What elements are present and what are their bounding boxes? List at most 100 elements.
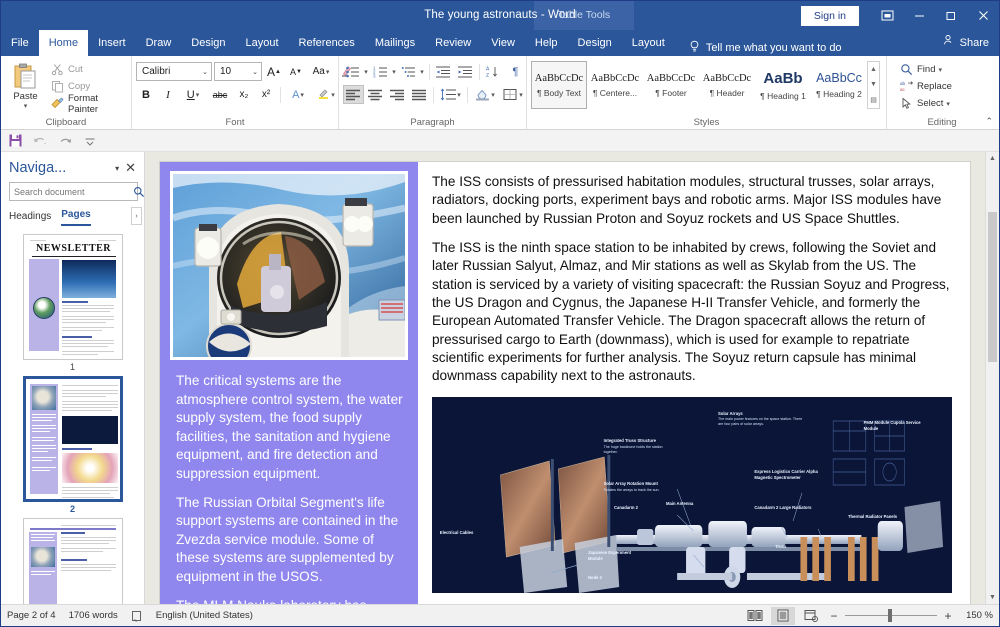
collapse-ribbon-button[interactable]: ⌃: [985, 116, 993, 127]
scroll-down-arrow-icon[interactable]: ▼: [986, 591, 999, 604]
zoom-slider[interactable]: [845, 607, 937, 625]
change-case-button[interactable]: Aa▾: [308, 62, 334, 81]
tab-home[interactable]: Home: [39, 30, 88, 56]
subscript-button[interactable]: x₂: [234, 85, 254, 104]
document-vertical-scrollbar[interactable]: ▲ ▼: [985, 152, 999, 604]
line-spacing-icon[interactable]: ▾: [437, 85, 464, 104]
restore-icon[interactable]: [935, 1, 967, 30]
page-thumbnail-3[interactable]: [22, 518, 124, 604]
italic-button[interactable]: I: [158, 85, 178, 104]
style-centered[interactable]: AaBbCcDc ¶ Centere...: [587, 61, 643, 109]
tab-view[interactable]: View: [481, 30, 525, 56]
close-icon[interactable]: [967, 1, 999, 30]
tab-insert[interactable]: Insert: [88, 30, 136, 56]
underline-button[interactable]: U▾: [180, 85, 206, 104]
proofing-errors-icon[interactable]: [131, 610, 143, 622]
paste-dropdown-caret[interactable]: ▾: [24, 102, 28, 110]
scroll-up-arrow-icon[interactable]: ▲: [986, 152, 999, 165]
strikethrough-button[interactable]: abc: [208, 85, 232, 104]
text-highlight-button[interactable]: ▾: [313, 85, 339, 104]
style-header[interactable]: AaBbCcDc ¶ Header: [699, 61, 755, 109]
tab-mailings[interactable]: Mailings: [365, 30, 425, 56]
tab-design[interactable]: Design: [181, 30, 235, 56]
ribbon-display-options-icon[interactable]: [871, 1, 903, 30]
save-icon[interactable]: [7, 133, 23, 149]
tab-headings[interactable]: Headings: [9, 211, 51, 226]
zoom-level-label[interactable]: 150 %: [959, 610, 993, 621]
find-button[interactable]: Find ▾: [897, 61, 954, 78]
sidebar-text-block[interactable]: The critical systems are the atmosphere …: [160, 360, 418, 604]
replace-button[interactable]: abac Replace: [897, 78, 954, 95]
show-formatting-marks-icon[interactable]: ¶: [505, 62, 526, 81]
text-effects-button[interactable]: A▾: [285, 85, 311, 104]
sign-in-button[interactable]: Sign in: [801, 6, 859, 26]
page-indicator[interactable]: Page 2 of 4: [7, 610, 56, 621]
web-layout-button[interactable]: [799, 607, 823, 625]
customize-quick-access-toolbar-icon[interactable]: [82, 133, 98, 149]
tab-table-tools-design[interactable]: Design: [568, 30, 622, 56]
search-input[interactable]: [14, 187, 131, 197]
word-count[interactable]: 1706 words: [69, 610, 118, 621]
align-left-icon[interactable]: [343, 85, 364, 104]
superscript-button[interactable]: x²: [256, 85, 276, 104]
borders-icon[interactable]: ▾: [499, 85, 526, 104]
styles-scroll-down[interactable]: ▼: [868, 77, 879, 92]
paste-button[interactable]: Paste ▾: [5, 61, 46, 110]
grow-font-button[interactable]: A▲: [264, 62, 284, 81]
zoom-out-button[interactable]: −: [827, 609, 841, 623]
font-family-combo[interactable]: Calibri ⌄: [136, 62, 212, 81]
font-size-combo[interactable]: 10 ⌄: [214, 62, 262, 81]
styles-scroll-up[interactable]: ▲: [868, 62, 879, 77]
decrease-indent-icon[interactable]: [433, 62, 454, 81]
tab-layout[interactable]: Layout: [236, 30, 289, 56]
navigation-tabs-more-icon[interactable]: ›: [131, 207, 142, 225]
scrollbar-thumb[interactable]: [988, 212, 997, 362]
tab-table-tools-layout[interactable]: Layout: [622, 30, 675, 56]
styles-more[interactable]: ▤: [868, 93, 879, 108]
page-thumbnail-2[interactable]: 2: [22, 376, 124, 514]
format-painter-button[interactable]: Format Painter: [48, 95, 127, 112]
multilevel-list-icon[interactable]: ▾: [399, 62, 426, 81]
language-indicator[interactable]: English (United States): [156, 610, 253, 621]
search-document-field[interactable]: ▾: [9, 182, 138, 201]
share-button[interactable]: Share: [943, 30, 989, 56]
read-mode-button[interactable]: [743, 607, 767, 625]
tab-review[interactable]: Review: [425, 30, 481, 56]
align-right-icon[interactable]: [387, 85, 408, 104]
tab-help[interactable]: Help: [525, 30, 568, 56]
style-body-text[interactable]: AaBbCcDc ¶ Body Text: [531, 61, 587, 109]
style-heading-2[interactable]: AaBbCc ¶ Heading 2: [811, 61, 867, 109]
justify-icon[interactable]: [409, 85, 430, 104]
navigation-menu-caret-icon[interactable]: ▾: [109, 164, 125, 173]
tab-file[interactable]: File: [1, 30, 39, 56]
redo-icon[interactable]: [57, 133, 73, 149]
search-icon[interactable]: [131, 184, 146, 199]
astronaut-eva-helmet-photo[interactable]: [173, 174, 405, 357]
bullets-icon[interactable]: ▾: [343, 62, 370, 81]
navigation-close-icon[interactable]: ✕: [125, 160, 138, 176]
tab-draw[interactable]: Draw: [136, 30, 182, 56]
zoom-in-button[interactable]: +: [941, 609, 955, 623]
minimize-icon[interactable]: [903, 1, 935, 30]
cut-button[interactable]: Cut: [48, 61, 127, 78]
undo-icon[interactable]: [32, 133, 48, 149]
tell-me-search[interactable]: Tell me what you want to do: [689, 40, 842, 56]
align-center-icon[interactable]: [365, 85, 386, 104]
numbering-icon[interactable]: 123 ▾: [371, 62, 398, 81]
document-canvas[interactable]: The critical systems are the atmosphere …: [145, 152, 985, 604]
style-heading-1[interactable]: AaBb ¶ Heading 1: [755, 61, 811, 109]
bold-button[interactable]: B: [136, 85, 156, 104]
shading-icon[interactable]: ▾: [471, 85, 498, 104]
document-page[interactable]: The critical systems are the atmosphere …: [160, 162, 970, 604]
shrink-font-button[interactable]: A▼: [286, 62, 306, 81]
page-thumbnail-1[interactable]: NEWSLETTER: [22, 234, 124, 372]
tab-pages[interactable]: Pages: [61, 209, 90, 226]
print-layout-button[interactable]: [771, 607, 795, 625]
iss-labeled-diagram[interactable]: INTERNATIONAL SPACE STATION OFF THE EART…: [432, 397, 952, 593]
sort-icon[interactable]: AZ: [483, 62, 504, 81]
select-button[interactable]: Select ▾: [897, 95, 954, 112]
tab-references[interactable]: References: [289, 30, 365, 56]
zoom-slider-knob[interactable]: [888, 609, 892, 622]
style-footer[interactable]: AaBbCcDc ¶ Footer: [643, 61, 699, 109]
increase-indent-icon[interactable]: [455, 62, 476, 81]
